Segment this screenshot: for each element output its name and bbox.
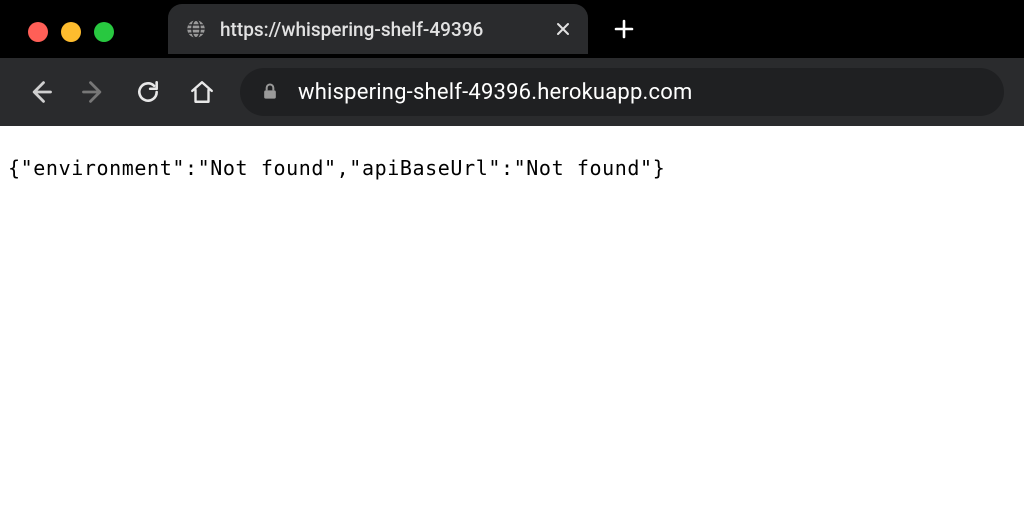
close-tab-button[interactable] [552, 18, 574, 40]
traffic-lights [28, 22, 114, 42]
page-content: {"environment":"Not found","apiBaseUrl":… [0, 126, 1024, 210]
maximize-window-button[interactable] [94, 22, 114, 42]
back-button[interactable] [24, 76, 56, 108]
address-bar[interactable]: whispering-shelf-49396.herokuapp.com [240, 68, 1004, 116]
lock-icon [260, 82, 280, 102]
tab-title: https://whispering-shelf-49396 [220, 18, 540, 41]
url-text: whispering-shelf-49396.herokuapp.com [298, 80, 692, 105]
globe-icon [184, 17, 208, 41]
tabstrip: https://whispering-shelf-49396 [168, 0, 646, 58]
close-window-button[interactable] [28, 22, 48, 42]
browser-tab[interactable]: https://whispering-shelf-49396 [168, 4, 588, 54]
json-body-text: {"environment":"Not found","apiBaseUrl":… [8, 156, 665, 180]
home-button[interactable] [186, 76, 218, 108]
browser-toolbar: whispering-shelf-49396.herokuapp.com [0, 58, 1024, 126]
new-tab-button[interactable] [602, 7, 646, 51]
reload-button[interactable] [132, 76, 164, 108]
minimize-window-button[interactable] [61, 22, 81, 42]
forward-button[interactable] [78, 76, 110, 108]
titlebar: https://whispering-shelf-49396 [0, 0, 1024, 58]
